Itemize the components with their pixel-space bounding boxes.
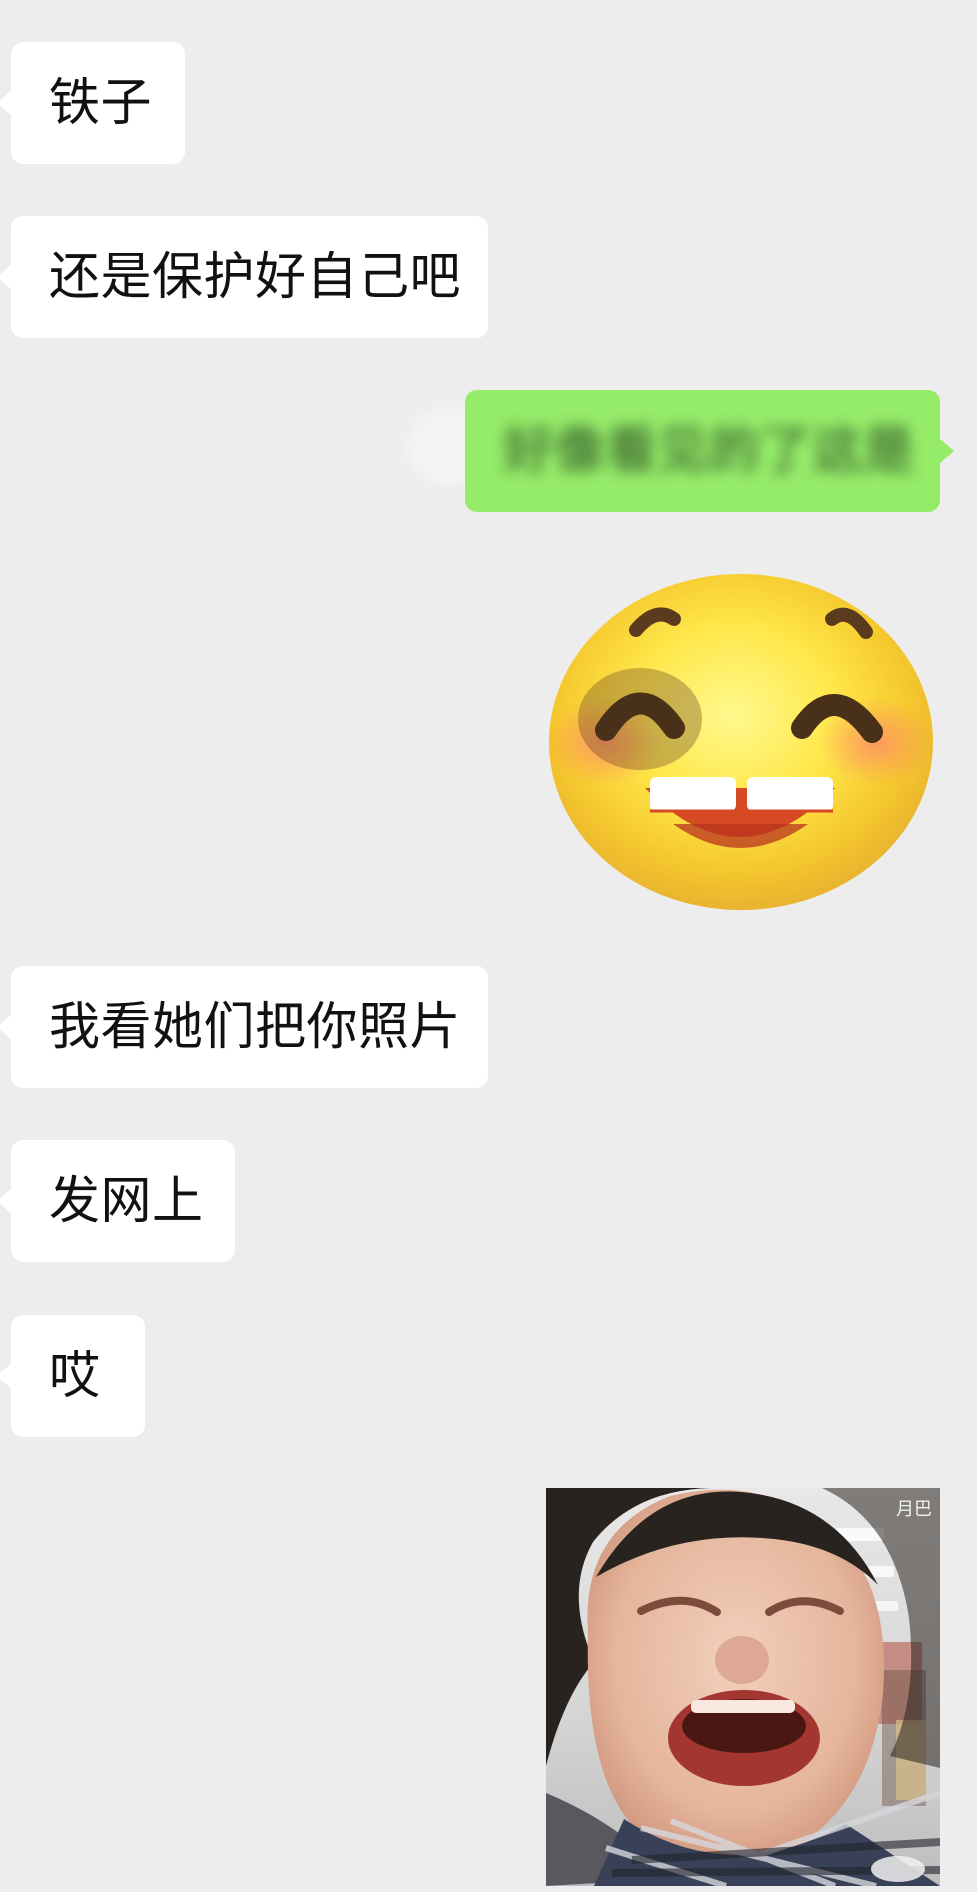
smiling-emoji-sticker[interactable] — [546, 572, 934, 912]
message-bubble-incoming[interactable]: 我看她们把你照片 — [11, 966, 488, 1088]
message-bubble-incoming[interactable]: 发网上 — [11, 1140, 235, 1262]
message-text: 还是保护好自己吧 — [49, 247, 462, 307]
message-text: 铁子 — [49, 73, 153, 133]
message-bubble-outgoing[interactable]: 好像看见的了这是 — [465, 390, 940, 512]
message-text: 我看她们把你照片 — [49, 997, 462, 1057]
message-bubble-incoming[interactable]: 还是保护好自己吧 — [11, 216, 488, 338]
chat-message-list[interactable]: 铁子 还是保护好自己吧 好像看见的了这是 我看她们把你照片 发网上 哎 月巴 — [0, 0, 977, 1892]
blurred-message-text: 好像看见的了这是 — [503, 421, 916, 481]
message-bubble-incoming[interactable]: 哎 — [11, 1315, 145, 1437]
message-text: 发网上 — [49, 1171, 204, 1231]
smiling-face-icon — [546, 574, 934, 910]
message-bubble-incoming[interactable]: 铁子 — [11, 42, 185, 164]
crying-child-image — [546, 1488, 940, 1886]
watermark-text: 月巴 — [896, 1499, 932, 1520]
crying-child-sticker[interactable]: 月巴 — [546, 1488, 940, 1886]
message-text: 哎 — [49, 1346, 101, 1406]
